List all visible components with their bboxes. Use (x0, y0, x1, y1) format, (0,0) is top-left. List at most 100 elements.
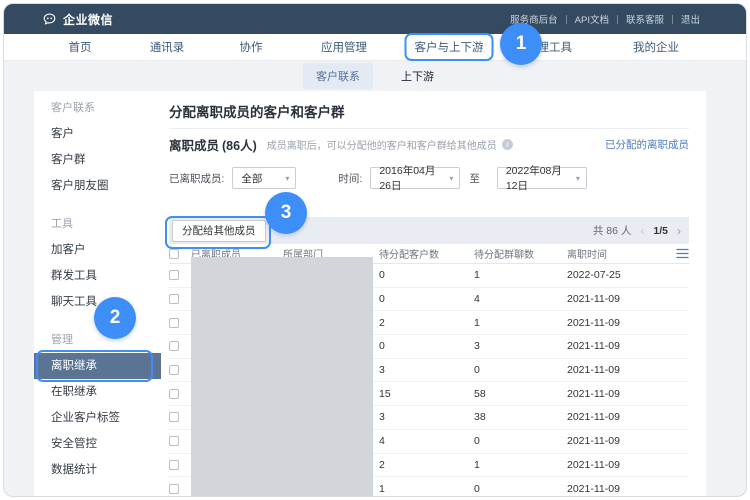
top-link-api-docs[interactable]: API文档 (575, 12, 609, 26)
row-checkbox[interactable] (169, 365, 179, 375)
total-count: 共 86 人 (593, 223, 632, 238)
cell-date: 2021-11-09 (567, 483, 655, 495)
row-checkbox[interactable] (169, 294, 179, 304)
filter-member-label: 已离职成员: (169, 171, 224, 186)
section-note: 成员离职后，可以分配他的客户和客户群给其他成员 (267, 137, 497, 152)
cell-date: 2021-11-09 (567, 293, 655, 305)
cell-groups: 3 (474, 340, 567, 352)
date-to-select[interactable]: 2022年08月12日 ▾ (497, 167, 587, 189)
filter-row: 已离职成员: 全部 ▾ 时间: 2016年04月26日 ▾ 至 2022年08月… (169, 167, 587, 189)
row-checkbox[interactable] (169, 484, 179, 494)
sidebar-item-resigned-inheritance-label: 离职继承 (51, 360, 97, 372)
chevron-down-icon: ▾ (280, 174, 289, 183)
cell-date: 2022-07-25 (567, 269, 655, 281)
sidebar-header-customer-contact: 客户联系 (34, 95, 161, 121)
divider (169, 128, 689, 129)
next-page-arrow[interactable]: › (677, 224, 681, 238)
top-link-provider-console[interactable]: 服务商后台 (510, 12, 558, 26)
nav-item-customers-label: 客户与上下游 (415, 42, 484, 54)
sidebar-item-customers[interactable]: 客户 (34, 121, 161, 147)
nav-item-collab[interactable]: 协作 (240, 39, 263, 55)
column-settings-icon[interactable] (676, 248, 689, 259)
cell-date: 2021-11-09 (567, 364, 655, 376)
cell-groups: 1 (474, 317, 567, 329)
pagination: 共 86 人 ‹ 1/5 › (593, 223, 681, 238)
cell-date: 2021-11-09 (567, 317, 655, 329)
sidebar-header-tools: 工具 (34, 211, 161, 237)
top-links: 服务商后台 API文档 联系客服 退出 (510, 12, 700, 26)
prev-page-arrow[interactable]: ‹ (640, 224, 644, 238)
page-indicator: 1/5 (653, 225, 668, 237)
cell-customers: 2 (379, 317, 474, 329)
assigned-members-link[interactable]: 已分配的离职成员 (605, 137, 689, 152)
member-status-value: 全部 (241, 171, 262, 186)
nav-item-admin-tools[interactable]: 管理工具 (526, 39, 572, 55)
col-groups: 待分配群聊数 (474, 246, 567, 261)
cell-customers: 0 (379, 293, 474, 305)
cell-customers: 1 (379, 483, 474, 495)
row-checkbox[interactable] (169, 270, 179, 280)
top-bar: 企业微信 服务商后台 API文档 联系客服 退出 (4, 4, 746, 34)
cell-groups: 0 (474, 364, 567, 376)
table-toolbar: 分配给其他成员 共 86 人 ‹ 1/5 › (169, 217, 689, 244)
cell-customers: 2 (379, 459, 474, 471)
app-window: 企业微信 服务商后台 API文档 联系客服 退出 首页 通讯录 协作 应用管理 … (3, 3, 747, 497)
cell-date: 2021-11-09 (567, 459, 655, 471)
sidebar-item-customer-groups[interactable]: 客户群 (34, 147, 161, 173)
tab-customer-contact[interactable]: 客户联系 (303, 63, 373, 89)
date-from-select[interactable]: 2016年04月26日 ▾ (370, 167, 460, 189)
sidebar-item-statistics[interactable]: 数据统计 (34, 457, 161, 483)
nav-item-contacts[interactable]: 通讯录 (150, 39, 185, 55)
divider (566, 15, 567, 24)
col-date: 离职时间 (567, 246, 655, 261)
cell-customers: 3 (379, 364, 474, 376)
divider (672, 15, 673, 24)
content-card: 客户联系 客户 客户群 客户朋友圈 工具 加客户 群发工具 聊天工具 管理 离职… (34, 91, 706, 496)
cell-date: 2021-11-09 (567, 435, 655, 447)
row-checkbox[interactable] (169, 412, 179, 422)
info-icon: i (502, 139, 513, 150)
row-checkbox[interactable] (169, 389, 179, 399)
filter-time-label: 时间: (338, 171, 362, 186)
nav-item-apps[interactable]: 应用管理 (321, 39, 367, 55)
select-all-checkbox[interactable] (169, 249, 179, 259)
sidebar-item-add-customer[interactable]: 加客户 (34, 237, 161, 263)
redaction-overlay (191, 257, 373, 496)
cell-customers: 0 (379, 340, 474, 352)
sidebar-item-customer-tags[interactable]: 企业客户标签 (34, 405, 161, 431)
date-to-value: 2022年08月12日 (506, 163, 571, 193)
top-link-contact-support[interactable]: 联系客服 (626, 12, 664, 26)
cell-date: 2021-11-09 (567, 411, 655, 423)
cell-date: 2021-11-09 (567, 340, 655, 352)
row-checkbox[interactable] (169, 436, 179, 446)
sidebar-item-active-inheritance[interactable]: 在职继承 (34, 379, 161, 405)
sidebar-item-resigned-inheritance[interactable]: 离职继承 (34, 353, 161, 379)
cell-groups: 0 (474, 435, 567, 447)
sidebar-header-config: 配置 (34, 495, 161, 497)
sidebar-item-security-control[interactable]: 安全管控 (34, 431, 161, 457)
nav-item-my-company[interactable]: 我的企业 (633, 39, 679, 55)
sub-tab-strip: 客户联系 上下游 (4, 61, 746, 91)
row-checkbox[interactable] (169, 460, 179, 470)
top-link-logout[interactable]: 退出 (681, 12, 700, 26)
main-panel: 分配离职成员的客户和客户群 离职成员 (86人) 成员离职后，可以分配他的客户和… (161, 91, 706, 496)
row-checkbox[interactable] (169, 341, 179, 351)
col-customers: 待分配客户数 (379, 246, 474, 261)
page-title: 分配离职成员的客户和客户群 (169, 101, 345, 121)
row-checkbox[interactable] (169, 318, 179, 328)
sidebar-item-bulk-message[interactable]: 群发工具 (34, 263, 161, 289)
sidebar-item-chat-tools[interactable]: 聊天工具 (34, 289, 161, 315)
filter-to-label: 至 (469, 171, 480, 186)
sidebar-item-moments[interactable]: 客户朋友圈 (34, 173, 161, 199)
wecom-logo: 企业微信 (42, 11, 113, 28)
chevron-down-icon: ▾ (444, 174, 453, 183)
cell-groups: 58 (474, 388, 567, 400)
chat-bubble-icon (42, 12, 57, 27)
assign-to-others-button[interactable]: 分配给其他成员 (172, 220, 266, 242)
member-status-select[interactable]: 全部 ▾ (232, 167, 296, 189)
nav-item-home[interactable]: 首页 (69, 39, 92, 55)
sidebar-header-management: 管理 (34, 327, 161, 353)
cell-groups: 1 (474, 459, 567, 471)
nav-item-customers[interactable]: 客户与上下游 (415, 39, 484, 55)
tab-upstream-downstream[interactable]: 上下游 (388, 63, 447, 89)
